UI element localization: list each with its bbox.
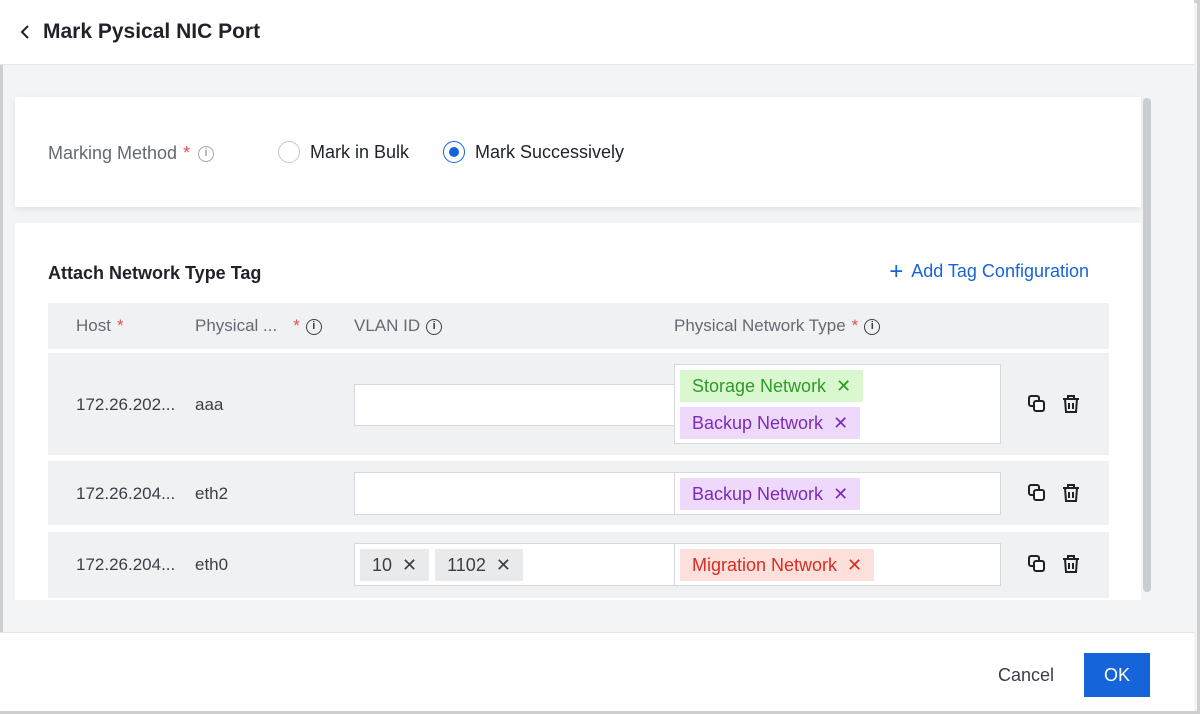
port-cell: eth0 [195, 555, 229, 574]
column-network-type: Physical Network Type * i [674, 316, 881, 336]
vlan-id-input[interactable] [354, 472, 676, 515]
column-host: Host * [76, 316, 124, 335]
page-header: Mark Pysical NIC Port [0, 0, 1194, 65]
radio-circle-selected[interactable] [443, 141, 465, 163]
trash-icon[interactable] [1060, 482, 1082, 504]
info-icon[interactable]: i [305, 318, 322, 335]
table-row: 172.26.202... aaa Storage Network ✕ Backu… [48, 353, 1109, 455]
network-type-select[interactable]: Backup Network ✕ [674, 472, 1001, 515]
vlan-tag: 1102 ✕ [435, 549, 523, 581]
table-row: 172.26.204... eth2 Backup Network ✕ [48, 461, 1109, 525]
copy-icon[interactable] [1026, 482, 1048, 504]
marking-method-card: Marking Method * i Mark in Bulk Mark Succe… [15, 97, 1141, 207]
row-actions [1026, 393, 1082, 415]
plus-icon: + [889, 257, 904, 285]
radio-label: Mark in Bulk [310, 141, 410, 162]
add-tag-label: Add Tag Configuration [911, 261, 1089, 281]
vlan-tag: 10 ✕ [360, 549, 430, 581]
required-mark: * [183, 143, 191, 163]
radio-circle[interactable] [278, 141, 300, 163]
column-physical-port: Physical ... * i [195, 316, 322, 336]
close-icon[interactable]: ✕ [836, 376, 851, 397]
migration-network-tag: Migration Network ✕ [680, 549, 875, 581]
network-tag-card: Attach Network Type Tag + Add Tag Config… [15, 223, 1141, 600]
host-cell: 172.26.204... [76, 484, 176, 503]
close-icon[interactable]: ✕ [496, 555, 511, 576]
page-title: Mark Pysical NIC Port [43, 20, 261, 43]
radio-mark-successively[interactable]: Mark Successively [443, 141, 624, 163]
host-cell: 172.26.202... [76, 395, 176, 414]
add-tag-configuration-button[interactable]: + Add Tag Configuration [889, 257, 1089, 285]
column-vlan-id: VLAN ID i [354, 316, 443, 336]
radio-label: Mark Successively [475, 141, 625, 162]
host-cell: 172.26.204... [76, 555, 176, 574]
dialog-footer: Cancel OK [0, 632, 1194, 711]
info-icon[interactable]: i [426, 318, 443, 335]
backup-network-tag: Backup Network ✕ [680, 407, 861, 439]
trash-icon[interactable] [1060, 393, 1082, 415]
marking-method-label: Marking Method * i [48, 143, 215, 164]
vlan-id-input[interactable]: 10 ✕ 1102 ✕ [354, 543, 676, 586]
cancel-button[interactable]: Cancel [984, 653, 1068, 697]
port-cell: eth2 [195, 484, 229, 503]
marking-method-text: Marking Method [48, 143, 178, 163]
info-icon[interactable]: i [864, 318, 881, 335]
close-icon[interactable]: ✕ [847, 555, 862, 576]
backup-network-tag: Backup Network ✕ [680, 478, 861, 510]
network-type-select[interactable]: Storage Network ✕ Backup Network ✕ [674, 364, 1001, 444]
trash-icon[interactable] [1060, 553, 1082, 575]
radio-mark-in-bulk[interactable]: Mark in Bulk [278, 141, 409, 163]
row-actions [1026, 482, 1082, 504]
close-icon[interactable]: ✕ [833, 413, 848, 434]
info-icon[interactable]: i [198, 146, 215, 163]
scrollbar[interactable] [1143, 98, 1151, 592]
table-header: Host * Physical ... * i VLAN ID i Physical N… [48, 303, 1109, 349]
section-title: Attach Network Type Tag [48, 263, 262, 283]
close-icon[interactable]: ✕ [402, 555, 417, 576]
copy-icon[interactable] [1026, 393, 1048, 415]
table-row: 172.26.204... eth0 10 ✕ 1102 ✕ Migration Ne… [48, 532, 1109, 598]
chevron-left-icon[interactable] [18, 22, 38, 44]
vlan-id-input[interactable] [354, 384, 676, 426]
network-type-select[interactable]: Migration Network ✕ [674, 543, 1001, 586]
close-icon[interactable]: ✕ [833, 484, 848, 505]
row-actions [1026, 553, 1082, 575]
storage-network-tag: Storage Network ✕ [680, 370, 864, 402]
port-cell: aaa [195, 395, 224, 414]
ok-button[interactable]: OK [1084, 653, 1150, 697]
copy-icon[interactable] [1026, 553, 1048, 575]
